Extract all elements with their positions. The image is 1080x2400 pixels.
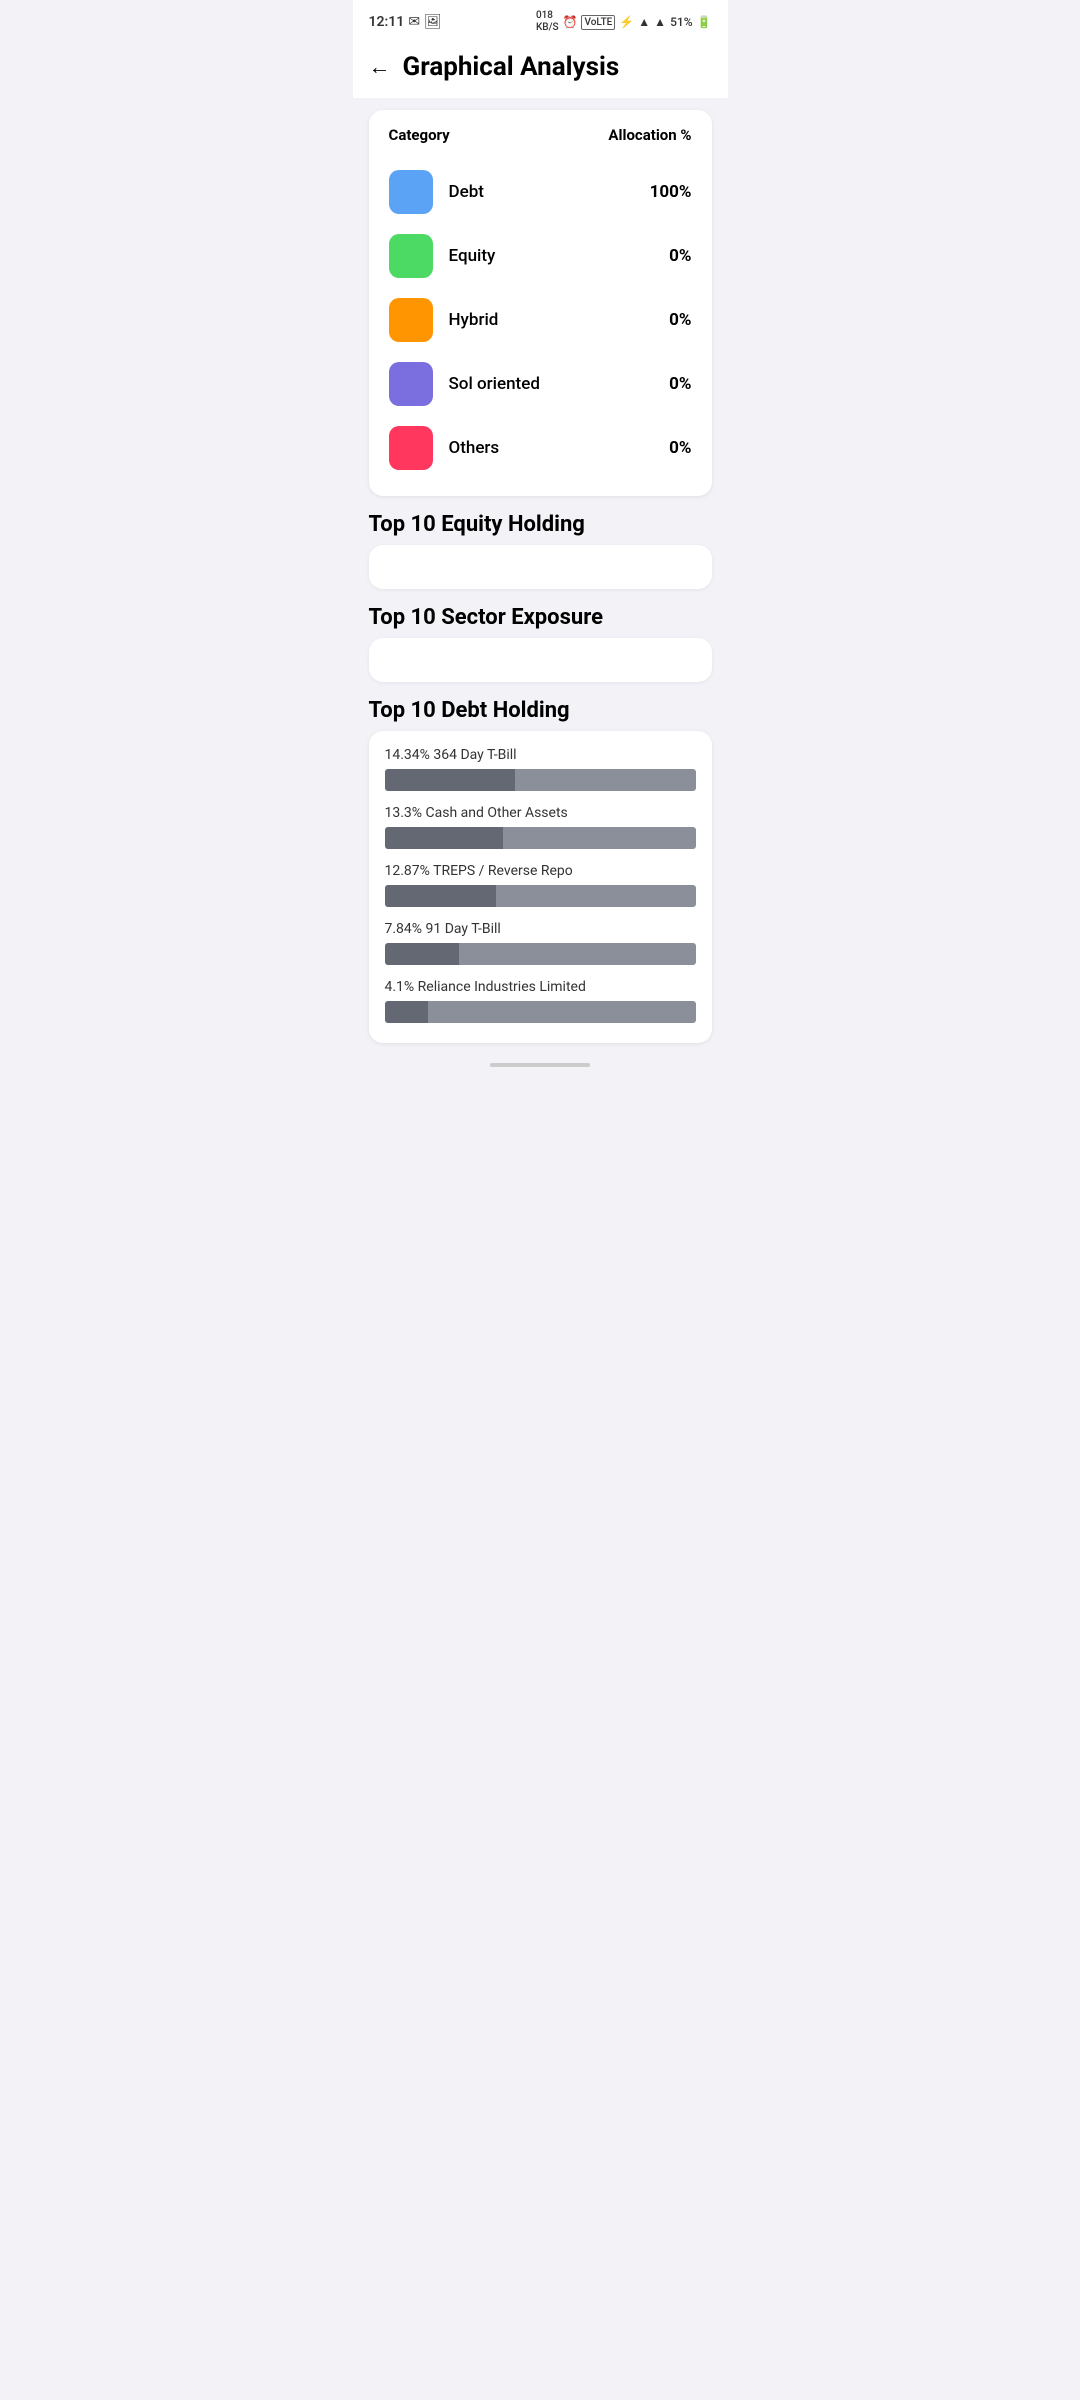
category-row: Debt 100% bbox=[389, 160, 692, 224]
debt-card: 14.34% 364 Day T-Bill 13.3% Cash and Oth… bbox=[369, 731, 712, 1043]
debt-bar-label-2: 12.87% TREPS / Reverse Repo bbox=[385, 863, 696, 879]
battery-pct: 51% bbox=[670, 15, 692, 29]
category-row: Equity 0% bbox=[389, 224, 692, 288]
category-row: Others 0% bbox=[389, 416, 692, 480]
category-row: Hybrid 0% bbox=[389, 288, 692, 352]
alarm-icon: ⏰ bbox=[563, 15, 578, 29]
debt-bar-track-1 bbox=[385, 827, 696, 849]
debt-bar-track-0 bbox=[385, 769, 696, 791]
debt-bar-fill-1 bbox=[385, 827, 503, 849]
image-icon: 🖼 bbox=[424, 14, 442, 30]
debt-bar-label-3: 7.84% 91 Day T-Bill bbox=[385, 921, 696, 937]
debt-bar-fill-0 bbox=[385, 769, 516, 791]
category-name-4: Others bbox=[449, 438, 500, 458]
sector-section: Top 10 Sector Exposure bbox=[369, 605, 712, 682]
debt-bar-label-1: 13.3% Cash and Other Assets bbox=[385, 805, 696, 821]
header: ← Graphical Analysis bbox=[353, 40, 728, 98]
equity-empty-card bbox=[369, 545, 712, 589]
debt-bar-item: 4.1% Reliance Industries Limited bbox=[385, 979, 696, 1023]
debt-section: Top 10 Debt Holding 14.34% 364 Day T-Bil… bbox=[369, 698, 712, 1043]
debt-bar-item: 12.87% TREPS / Reverse Repo bbox=[385, 863, 696, 907]
color-swatch-2 bbox=[389, 298, 433, 342]
color-swatch-1 bbox=[389, 234, 433, 278]
wifi-icon: ▲ bbox=[638, 15, 650, 29]
back-button[interactable]: ← bbox=[369, 54, 391, 80]
bluetooth-icon: ⚡ bbox=[619, 15, 634, 29]
volte-icon: VoLTE bbox=[581, 15, 615, 30]
color-swatch-0 bbox=[389, 170, 433, 214]
category-left-3: Sol oriented bbox=[389, 362, 540, 406]
equity-section: Top 10 Equity Holding bbox=[369, 512, 712, 589]
status-left: 12:11 ✉ 🖼 bbox=[369, 14, 442, 30]
category-left-1: Equity bbox=[389, 234, 496, 278]
category-row: Sol oriented 0% bbox=[389, 352, 692, 416]
sector-empty-card bbox=[369, 638, 712, 682]
color-swatch-3 bbox=[389, 362, 433, 406]
category-left-2: Hybrid bbox=[389, 298, 499, 342]
category-pct-3: 0% bbox=[669, 374, 691, 394]
status-bar: 12:11 ✉ 🖼 018KB/S ⏰ VoLTE ⚡ ▲ ▲ 51% 🔋 bbox=[353, 0, 728, 40]
category-left-0: Debt bbox=[389, 170, 484, 214]
debt-bar-label-4: 4.1% Reliance Industries Limited bbox=[385, 979, 696, 995]
page-title: Graphical Analysis bbox=[403, 52, 620, 82]
main-content: Category Allocation % Debt 100% Equity 0… bbox=[353, 98, 728, 1055]
debt-bar-fill-2 bbox=[385, 885, 497, 907]
category-name-2: Hybrid bbox=[449, 310, 499, 330]
battery-icon: 🔋 bbox=[697, 15, 712, 29]
color-swatch-4 bbox=[389, 426, 433, 470]
category-pct-0: 100% bbox=[650, 182, 692, 202]
category-card: Category Allocation % Debt 100% Equity 0… bbox=[369, 110, 712, 496]
debt-bar-track-2 bbox=[385, 885, 696, 907]
category-pct-2: 0% bbox=[669, 310, 691, 330]
debt-bar-item: 13.3% Cash and Other Assets bbox=[385, 805, 696, 849]
category-name-0: Debt bbox=[449, 182, 484, 202]
debt-bar-fill-3 bbox=[385, 943, 460, 965]
category-rows: Debt 100% Equity 0% Hybrid 0% Sol orient… bbox=[389, 160, 692, 480]
category-col-header: Category bbox=[389, 126, 450, 144]
category-name-3: Sol oriented bbox=[449, 374, 540, 394]
status-right: 018KB/S ⏰ VoLTE ⚡ ▲ ▲ 51% 🔋 bbox=[536, 10, 712, 34]
sector-section-title: Top 10 Sector Exposure bbox=[369, 605, 712, 630]
signal-icon: ▲ bbox=[654, 15, 666, 29]
debt-bar-track-4 bbox=[385, 1001, 696, 1023]
allocation-col-header: Allocation % bbox=[608, 126, 691, 144]
network-speed: 018KB/S bbox=[536, 10, 559, 34]
category-left-4: Others bbox=[389, 426, 500, 470]
scroll-bar bbox=[490, 1063, 590, 1067]
category-pct-1: 0% bbox=[669, 246, 691, 266]
debt-bar-track-3 bbox=[385, 943, 696, 965]
debt-bar-label-0: 14.34% 364 Day T-Bill bbox=[385, 747, 696, 763]
gmail-icon: ✉ bbox=[408, 14, 420, 30]
status-time: 12:11 bbox=[369, 14, 405, 30]
category-name-1: Equity bbox=[449, 246, 496, 266]
equity-section-title: Top 10 Equity Holding bbox=[369, 512, 712, 537]
debt-bar-fill-4 bbox=[385, 1001, 429, 1023]
debt-bar-item: 14.34% 364 Day T-Bill bbox=[385, 747, 696, 791]
debt-bar-item: 7.84% 91 Day T-Bill bbox=[385, 921, 696, 965]
debt-section-title: Top 10 Debt Holding bbox=[369, 698, 712, 723]
category-header: Category Allocation % bbox=[389, 126, 692, 144]
category-pct-4: 0% bbox=[669, 438, 691, 458]
scroll-indicator bbox=[353, 1055, 728, 1071]
